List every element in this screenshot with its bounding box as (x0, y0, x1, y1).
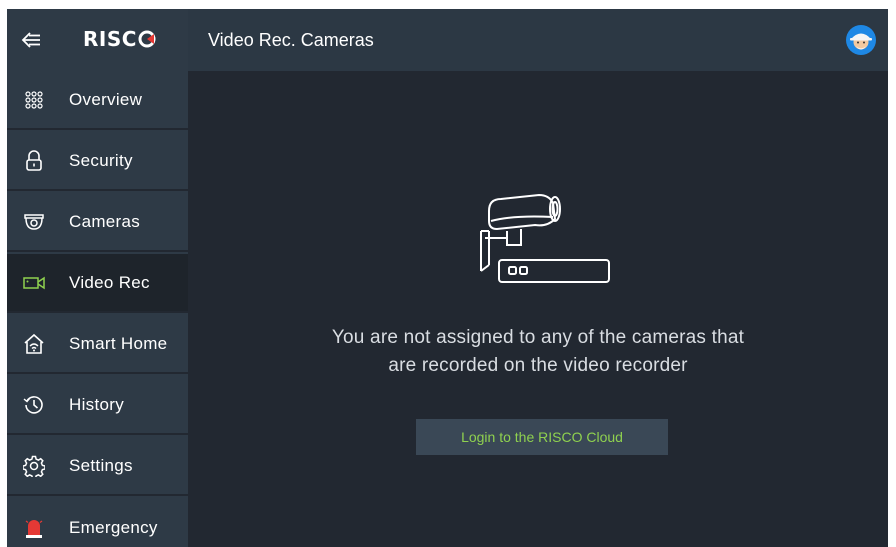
page-title: Video Rec. Cameras (208, 30, 374, 50)
login-risco-cloud-button[interactable]: Login to the RISCO Cloud (416, 419, 668, 455)
sidebar-item-label: Security (69, 150, 133, 170)
sidebar-item-label: Smart Home (69, 333, 168, 353)
gear-icon (22, 454, 46, 478)
sidebar-item-label: Settings (69, 455, 133, 475)
sidebar-item-video-rec[interactable]: Video Rec (7, 254, 188, 313)
top-bar: Video Rec. Cameras (188, 9, 888, 71)
user-avatar-icon[interactable] (846, 25, 876, 55)
sidebar-item-smart-home[interactable]: Smart Home (7, 315, 188, 374)
video-camera-icon (22, 271, 46, 295)
sidebar-item-emergency[interactable]: Emergency (7, 498, 188, 547)
sidebar-item-security[interactable]: Security (7, 132, 188, 191)
dome-camera-icon (22, 210, 46, 234)
sidebar-item-label: Overview (69, 89, 143, 109)
sidebar-item-history[interactable]: History (7, 376, 188, 435)
sidebar-item-label: History (69, 394, 124, 414)
message-line-1: You are not assigned to any of the camer… (331, 327, 745, 348)
siren-icon (22, 516, 46, 540)
collapse-menu-icon[interactable] (20, 29, 42, 51)
sidebar-item-settings[interactable]: Settings (7, 437, 188, 496)
sidebar-item-cameras[interactable]: Cameras (7, 193, 188, 252)
risco-logo-mark (138, 30, 156, 48)
smart-home-icon (22, 332, 46, 356)
sidebar-item-label: Emergency (69, 517, 158, 537)
sidebar-header: RISC (7, 9, 188, 71)
sidebar-item-label: Cameras (69, 211, 141, 231)
message-line-2: are recorded on the video recorder (388, 355, 688, 376)
history-clock-icon (22, 393, 46, 417)
sidebar-item-overview[interactable]: Overview (7, 71, 188, 130)
risco-logo: RISC (83, 27, 156, 51)
sidebar: RISC Overview Security Cameras Video Rec… (7, 9, 188, 547)
empty-state-message: You are not assigned to any of the camer… (288, 324, 788, 380)
sidebar-item-label: Video Rec (69, 272, 150, 292)
app-window: RISC Overview Security Cameras Video Rec… (7, 9, 888, 547)
main-content: You are not assigned to any of the camer… (188, 71, 888, 547)
grid-dots-icon (22, 88, 46, 112)
camera-recorder-illustration-icon (480, 193, 610, 283)
lock-icon (22, 149, 46, 173)
